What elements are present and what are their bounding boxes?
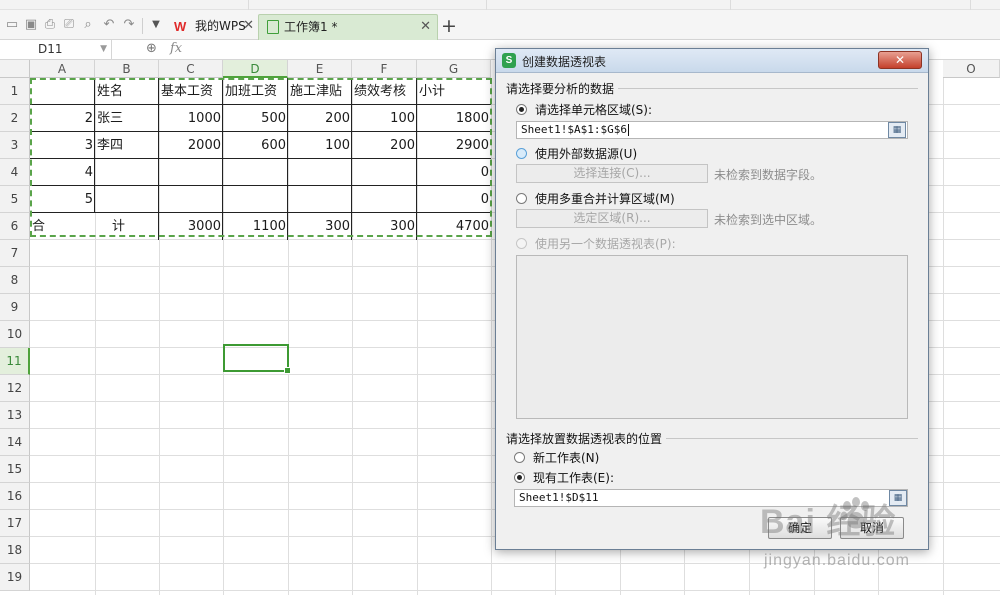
tab-my-wps[interactable]: W 我的WPS ✕ bbox=[166, 14, 258, 40]
radio-multiple-consolidation[interactable]: 使用多重合并计算区域(M) bbox=[516, 190, 675, 207]
radio-disabled-icon[interactable] bbox=[516, 238, 527, 249]
row-header-9[interactable]: 9 bbox=[0, 294, 30, 321]
create-pivot-table-dialog: S 创建数据透视表 ✕ 请选择要分析的数据 请选择单元格区域(S): Sheet… bbox=[495, 48, 929, 550]
undo-icon[interactable]: ↶ bbox=[101, 17, 117, 33]
section-analyze-data-label: 请选择要分析的数据 bbox=[506, 80, 619, 97]
dialog-title: 创建数据透视表 bbox=[522, 55, 607, 69]
radio-unchecked-icon[interactable] bbox=[516, 193, 527, 204]
radio-new-worksheet[interactable]: 新工作表(N) bbox=[514, 449, 599, 466]
row-header-6[interactable]: 6 bbox=[0, 213, 30, 240]
row-header-2[interactable]: 2 bbox=[0, 105, 30, 132]
row-header-17[interactable]: 17 bbox=[0, 510, 30, 537]
column-header-e[interactable]: E bbox=[288, 60, 352, 78]
name-box[interactable]: D11 ▼ bbox=[0, 40, 112, 59]
radio-unchecked-icon[interactable] bbox=[514, 452, 525, 463]
column-header-a[interactable]: A bbox=[30, 60, 95, 78]
insert-function-icon[interactable]: fx bbox=[170, 41, 182, 56]
watermark-url: jingyan.baidu.com bbox=[764, 552, 910, 569]
row-header-13[interactable]: 13 bbox=[0, 402, 30, 429]
row-header-4[interactable]: 4 bbox=[0, 159, 30, 186]
row-header-5[interactable]: 5 bbox=[0, 186, 30, 213]
tab-workbook[interactable]: 工作簿1 * ✕ bbox=[258, 14, 438, 40]
radio-label: 使用多重合并计算区域(M) bbox=[535, 192, 675, 206]
row-header-10[interactable]: 10 bbox=[0, 321, 30, 348]
cell-reference: D11 bbox=[38, 42, 63, 56]
row-header-7[interactable]: 7 bbox=[0, 240, 30, 267]
select-range-button[interactable]: 选定区域(R)... bbox=[516, 209, 708, 228]
strip-tick bbox=[970, 0, 971, 10]
workbook-icon bbox=[267, 19, 279, 34]
radio-checked-icon[interactable] bbox=[516, 104, 527, 115]
radio-external-source[interactable]: 使用外部数据源(U) bbox=[516, 145, 637, 162]
window-top-strip bbox=[0, 0, 1000, 10]
radio-select-range[interactable]: 请选择单元格区域(S): bbox=[516, 101, 652, 118]
section-place-pivot-label: 请选择放置数据透视表的位置 bbox=[506, 430, 667, 447]
row-header-18[interactable]: 18 bbox=[0, 537, 30, 564]
output-pdf-icon[interactable]: ⎙ bbox=[42, 17, 58, 33]
baidu-jingyan-watermark: Bai 经验 jingyan.baidu.com bbox=[760, 488, 950, 580]
range-input-value: Sheet1!$A$1:$G$6 bbox=[521, 123, 627, 136]
row-header-15[interactable]: 15 bbox=[0, 456, 30, 483]
row-header-3[interactable]: 3 bbox=[0, 132, 30, 159]
select-all-corner[interactable] bbox=[0, 60, 30, 78]
row-header-16[interactable]: 16 bbox=[0, 483, 30, 510]
strip-tick bbox=[486, 0, 487, 10]
row-header-19[interactable]: 19 bbox=[0, 564, 30, 591]
radio-unchecked-icon[interactable] bbox=[516, 148, 527, 159]
radio-existing-worksheet[interactable]: 现有工作表(E): bbox=[514, 469, 614, 486]
spreadsheet-app-icon: S bbox=[502, 53, 516, 68]
radio-other-pivot-table[interactable]: 使用另一个数据透视表(P): bbox=[516, 235, 676, 252]
radio-label: 使用另一个数据透视表(P): bbox=[535, 237, 676, 251]
column-header-f[interactable]: F bbox=[352, 60, 417, 78]
pivot-table-list[interactable] bbox=[516, 255, 908, 419]
row-header-12[interactable]: 12 bbox=[0, 375, 30, 402]
zoom-search-icon[interactable]: ⊕ bbox=[146, 41, 157, 56]
radio-checked-icon[interactable] bbox=[514, 472, 525, 483]
dialog-titlebar[interactable]: S 创建数据透视表 ✕ bbox=[496, 49, 928, 73]
radio-label: 请选择单元格区域(S): bbox=[535, 103, 653, 117]
customize-toolbar-icon[interactable]: ▼ bbox=[148, 17, 164, 33]
no-fields-hint: 未检索到数据字段。 bbox=[714, 168, 823, 182]
radio-label: 使用外部数据源(U) bbox=[535, 147, 638, 161]
range-picker-icon[interactable]: ▦ bbox=[888, 122, 906, 138]
column-header-g[interactable]: G bbox=[417, 60, 491, 78]
save-icon[interactable]: ▣ bbox=[23, 17, 39, 33]
redo-icon[interactable]: ↷ bbox=[121, 17, 137, 33]
column-header-d[interactable]: D bbox=[223, 60, 288, 78]
column-header-o[interactable]: O bbox=[943, 60, 1000, 78]
copy-selection-marquee bbox=[30, 78, 492, 237]
toolbar-separator bbox=[142, 18, 143, 34]
radio-label: 新工作表(N) bbox=[533, 451, 600, 465]
baidu-paw-icon bbox=[840, 497, 869, 529]
strip-tick bbox=[248, 0, 249, 10]
text-caret bbox=[627, 124, 629, 136]
no-range-hint: 未检索到选中区域。 bbox=[714, 213, 823, 227]
open-folder-icon[interactable]: ▭ bbox=[4, 17, 20, 33]
print-preview-icon[interactable]: ⌕ bbox=[80, 17, 96, 33]
row-header-11[interactable]: 11 bbox=[0, 348, 30, 375]
column-header-c[interactable]: C bbox=[159, 60, 223, 78]
print-icon[interactable]: ⎚ bbox=[61, 17, 77, 33]
new-tab-plus-icon[interactable]: + bbox=[441, 15, 457, 37]
gridline bbox=[30, 590, 1000, 591]
range-input[interactable]: Sheet1!$A$1:$G$6 bbox=[516, 121, 908, 139]
tab-label: 我的WPS bbox=[195, 19, 246, 33]
strip-tick bbox=[730, 0, 731, 10]
tab-label: 工作簿1 * bbox=[284, 20, 338, 34]
row-header-8[interactable]: 8 bbox=[0, 267, 30, 294]
radio-label: 现有工作表(E): bbox=[533, 471, 614, 485]
active-cell-d11[interactable] bbox=[223, 344, 291, 374]
wps-logo-icon: W bbox=[174, 18, 187, 34]
close-icon[interactable]: ✕ bbox=[878, 51, 922, 69]
choose-connection-button[interactable]: 选择连接(C)... bbox=[516, 164, 708, 183]
row-header-1[interactable]: 1 bbox=[0, 78, 30, 105]
row-header-14[interactable]: 14 bbox=[0, 429, 30, 456]
column-header-b[interactable]: B bbox=[95, 60, 159, 78]
location-input-value: Sheet1!$D$11 bbox=[519, 491, 599, 504]
quick-access-toolbar: ▭ ▣ ⎙ ⎚ ⌕ ↶ ↷ ▼ W 我的WPS ✕ 工作簿1 * ✕ + bbox=[0, 10, 1000, 40]
close-icon[interactable]: ✕ bbox=[243, 14, 254, 38]
chevron-down-icon[interactable]: ▼ bbox=[100, 40, 107, 59]
close-icon[interactable]: ✕ bbox=[420, 15, 431, 39]
